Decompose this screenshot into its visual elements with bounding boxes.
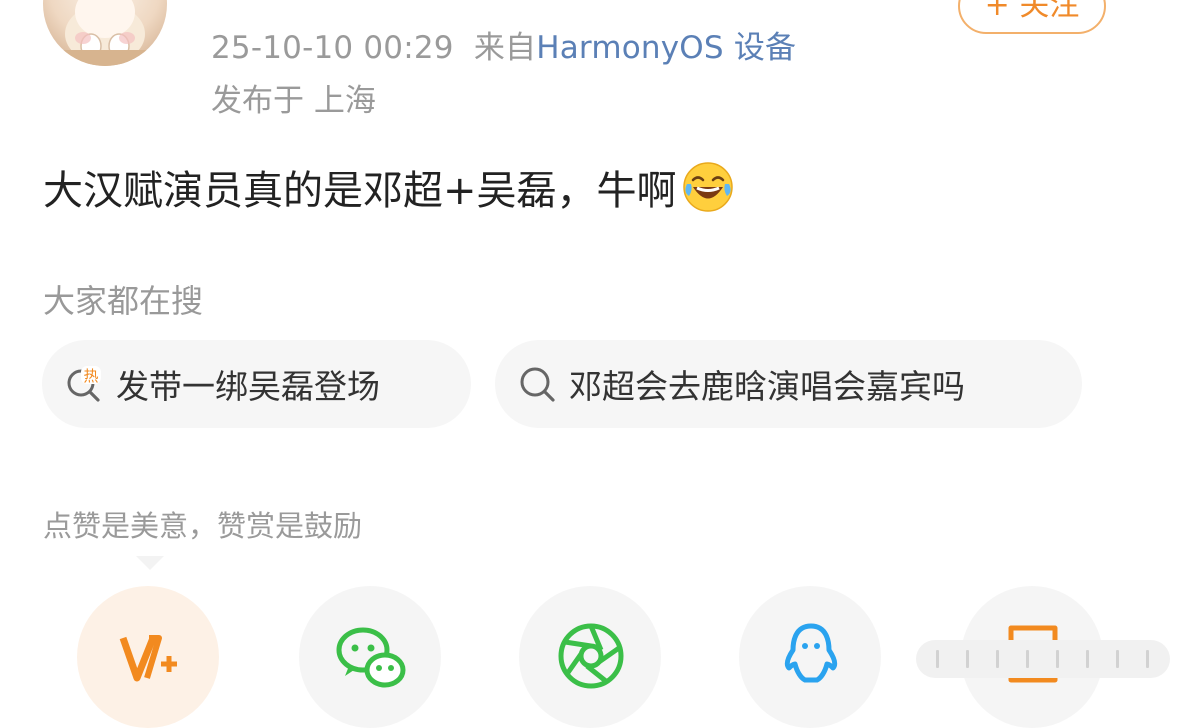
post-meta: 25-10-10 00:29 来自HarmonyOS 设备 — [211, 22, 796, 67]
reward-tip: 点赞是美意，赞赏是鼓励 — [43, 509, 363, 543]
post-timestamp: 25-10-10 00:29 — [211, 30, 454, 66]
v-plus-icon — [119, 635, 177, 682]
moments-share-button[interactable] — [519, 586, 661, 728]
wechat-share-button[interactable] — [299, 586, 441, 728]
qq-icon — [784, 623, 838, 683]
wechat-icon — [336, 627, 406, 688]
scroll-tick — [1086, 650, 1089, 668]
post-text: 大汉赋演员真的是邓超+吴磊，牛啊 — [43, 168, 677, 214]
search-chip-hot[interactable]: 热 发带一绑吴磊登场 — [42, 340, 471, 428]
reward-button[interactable] — [77, 586, 219, 728]
scroll-tick — [1026, 650, 1029, 668]
hot-search-icon: 热 — [64, 364, 104, 404]
scroll-tick — [1116, 650, 1119, 668]
svg-text:热: 热 — [83, 367, 98, 385]
avatar[interactable] — [43, 0, 167, 66]
scroll-tick — [936, 650, 939, 668]
search-chip[interactable]: 邓超会去鹿晗演唱会嘉宾吗 — [495, 340, 1082, 428]
moments-icon — [558, 623, 624, 689]
scroll-tick — [966, 650, 969, 668]
horizontal-scrollbar[interactable] — [916, 640, 1170, 678]
search-chip-label: 发带一绑吴磊登场 — [116, 367, 380, 406]
post-source-prefix: 来自 — [473, 30, 537, 66]
qq-share-button[interactable] — [739, 586, 881, 728]
post-device[interactable]: HarmonyOS 设备 — [536, 30, 796, 66]
search-chip-label: 邓超会去鹿晗演唱会嘉宾吗 — [569, 367, 965, 406]
scroll-tick — [996, 650, 999, 668]
trending-search-title: 大家都在搜 — [43, 282, 204, 320]
follow-button[interactable]: + 关注 — [958, 0, 1106, 34]
laughing-tears-emoji-icon — [681, 160, 735, 214]
post-location: 发布于 上海 — [211, 83, 376, 119]
scroll-tick — [1056, 650, 1059, 668]
post-content: 大汉赋演员真的是邓超+吴磊，牛啊 — [43, 158, 735, 216]
search-icon — [517, 364, 557, 404]
scroll-tick — [1146, 650, 1149, 668]
tip-arrow — [136, 556, 164, 570]
